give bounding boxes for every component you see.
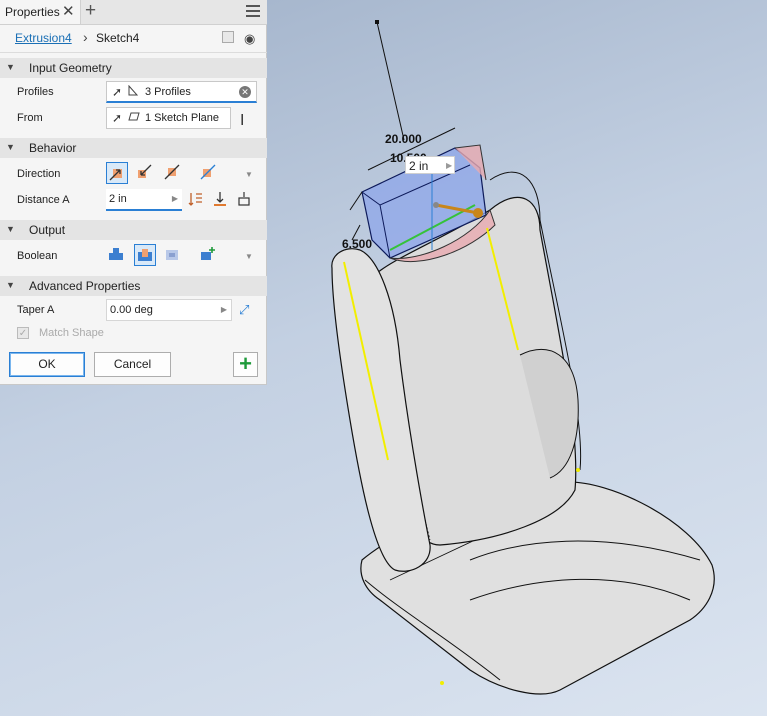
section-behavior[interactable]: ▼ Behavior xyxy=(0,138,267,158)
chevron-down-icon[interactable]: ▼ xyxy=(245,252,253,261)
dimension-label[interactable]: 6.500 xyxy=(342,237,372,251)
section-title: Advanced Properties xyxy=(29,279,141,293)
distance-value: 2 in xyxy=(109,193,127,205)
taper-label: Taper A xyxy=(17,304,55,316)
collapse-triangle-icon[interactable]: ▼ xyxy=(6,142,15,152)
value-menu-arrow-icon[interactable]: ▶ xyxy=(172,194,178,203)
tab-label: Properties xyxy=(5,5,60,19)
select-cursor-icon: ➚ xyxy=(112,85,123,99)
select-cursor-icon: ➚ xyxy=(112,111,123,125)
add-tab-icon[interactable]: + xyxy=(85,0,96,22)
ok-button[interactable]: OK xyxy=(9,352,85,377)
chevron-down-icon[interactable]: ▼ xyxy=(245,170,253,179)
clear-selection-icon[interactable]: ✕ xyxy=(239,86,251,98)
taper-value: 0.00 deg xyxy=(110,304,153,316)
profile-icon xyxy=(128,85,138,96)
eye-icon[interactable]: ◉ xyxy=(244,31,255,47)
from-label: From xyxy=(17,112,43,124)
distance-measure-icon[interactable] xyxy=(186,189,208,211)
properties-panel: Properties ✕ + Extrusion4 › Sketch4 ◉ ▼ … xyxy=(0,0,267,385)
cut-icon[interactable] xyxy=(134,244,156,266)
join-icon[interactable] xyxy=(106,244,128,266)
section-advanced-properties[interactable]: ▼ Advanced Properties xyxy=(0,276,267,296)
intersect-icon[interactable] xyxy=(162,244,184,266)
chevron-right-icon: › xyxy=(83,29,88,45)
distance-between-icon[interactable] xyxy=(234,189,256,211)
distance-input[interactable]: 2 in ▶ xyxy=(106,189,182,211)
cancel-button[interactable]: Cancel xyxy=(94,352,171,377)
boolean-label: Boolean xyxy=(17,250,58,262)
panel-tab-bar: Properties ✕ + xyxy=(0,0,267,25)
match-shape-label: Match Shape xyxy=(39,327,104,339)
dimension-leader-line xyxy=(376,21,405,141)
profiles-label: Profiles xyxy=(17,86,54,98)
ibeam-icon[interactable]: Ⅰ xyxy=(240,111,244,129)
hud-value: 2 in xyxy=(409,159,429,173)
collapse-triangle-icon[interactable]: ▼ xyxy=(6,224,15,234)
dimension-label[interactable]: 20.000 xyxy=(385,132,422,146)
direction-default-icon[interactable] xyxy=(106,162,128,184)
from-value: 1 Sketch Plane xyxy=(145,112,219,124)
section-input-geometry[interactable]: ▼ Input Geometry xyxy=(0,58,267,78)
breadcrumb-current: Sketch4 xyxy=(96,31,140,45)
hud-arrow-icon[interactable]: ▶ xyxy=(446,161,452,170)
sketch-plane-icon xyxy=(128,112,140,121)
section-title: Output xyxy=(29,223,66,237)
new-solid-icon[interactable] xyxy=(198,244,220,266)
close-icon[interactable]: ✕ xyxy=(62,2,75,20)
section-title: Input Geometry xyxy=(29,61,112,75)
tab-properties[interactable]: Properties ✕ xyxy=(0,0,81,24)
preset-icon[interactable] xyxy=(222,31,234,43)
section-output[interactable]: ▼ Output xyxy=(0,220,267,240)
breadcrumb-parent-link[interactable]: Extrusion4 xyxy=(15,31,72,45)
collapse-triangle-icon[interactable]: ▼ xyxy=(6,62,15,72)
value-menu-arrow-icon[interactable]: ▶ xyxy=(221,305,227,314)
direction-symmetric-icon[interactable] xyxy=(162,162,184,184)
distance-hud-input[interactable]: 2 in ▶ xyxy=(405,156,455,174)
profiles-selector[interactable]: ➚ 3 Profiles ✕ xyxy=(106,81,257,103)
collapse-triangle-icon[interactable]: ▼ xyxy=(6,280,15,290)
apply-plus-button[interactable]: + xyxy=(233,352,258,377)
direction-asymmetric-icon[interactable] xyxy=(198,162,220,184)
section-title: Behavior xyxy=(29,141,77,155)
profiles-value: 3 Profiles xyxy=(145,86,191,98)
distance-label: Distance A xyxy=(17,194,70,206)
direction-label: Direction xyxy=(17,168,61,180)
match-shape-checkbox[interactable]: ✓ xyxy=(17,327,29,339)
taper-flip-icon[interactable]: ⤢ xyxy=(239,302,249,318)
from-selector[interactable]: ➚ 1 Sketch Plane xyxy=(106,107,231,129)
direction-flipped-icon[interactable] xyxy=(134,162,156,184)
distance-to-icon[interactable] xyxy=(210,189,232,211)
taper-input[interactable]: 0.00 deg ▶ xyxy=(106,299,232,321)
hamburger-menu-icon[interactable] xyxy=(246,5,260,17)
